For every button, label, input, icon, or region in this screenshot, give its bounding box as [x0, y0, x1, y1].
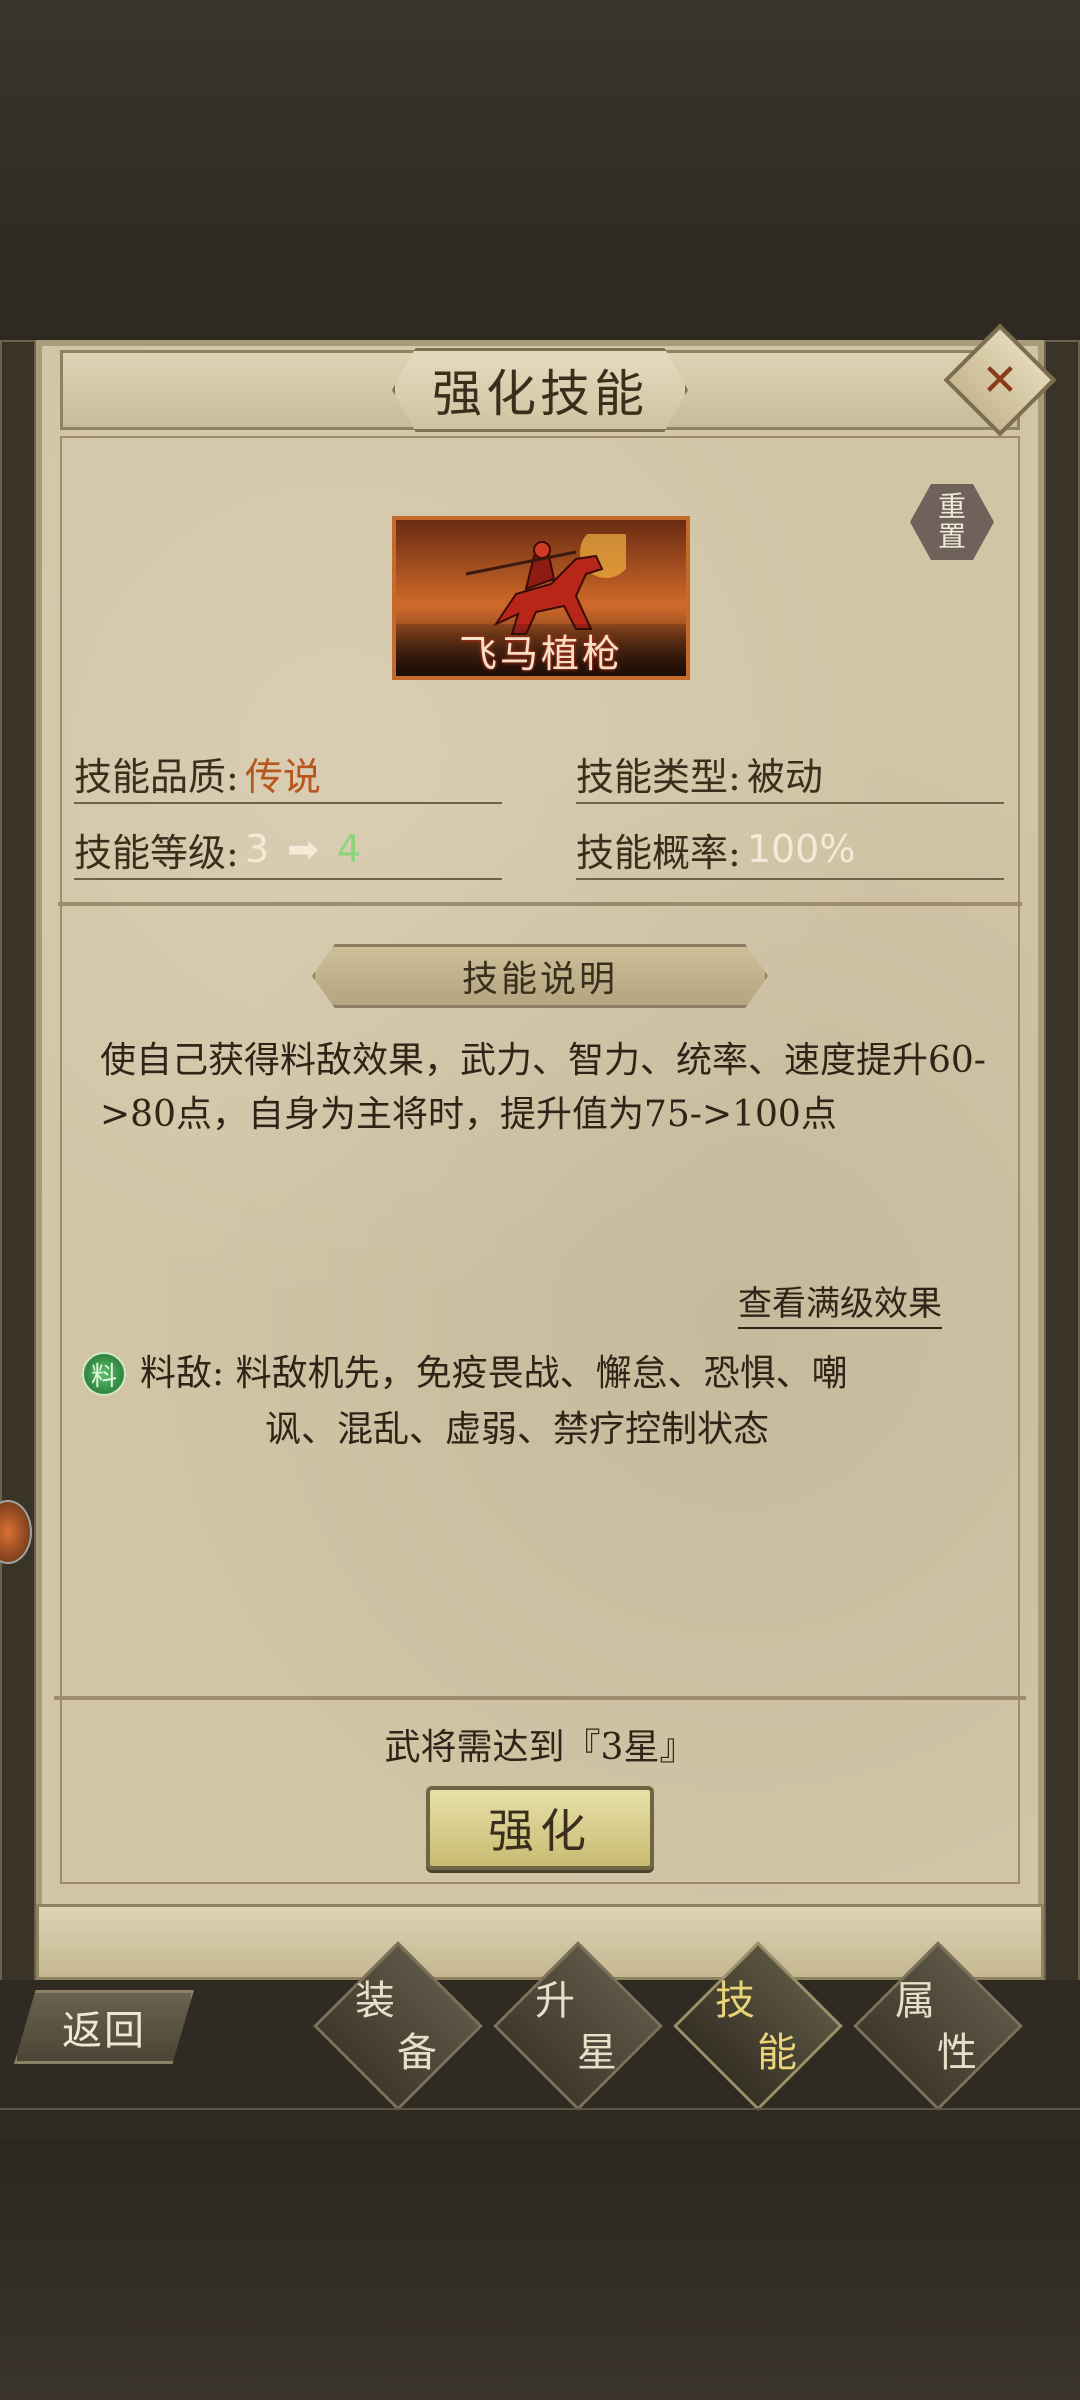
close-icon: ✕: [981, 354, 1019, 406]
max-level-effect-link[interactable]: 查看满级效果: [738, 1276, 942, 1329]
skill-icon: 飞马植枪: [392, 516, 690, 680]
skill-description: 使自己获得料敌效果，武力、智力、统率、速度提升60->80点，自身为主将时，提升…: [100, 1040, 986, 1135]
top-background: [0, 0, 1080, 260]
level-row: 技能等级: 3 ➡ 4: [74, 820, 502, 880]
reset-label-2: 置: [937, 520, 966, 553]
chance-value: 100%: [746, 827, 856, 871]
tab-star-up-label: 升 星: [535, 1978, 617, 2076]
level-label: 技能等级:: [74, 830, 239, 875]
section-divider: [58, 902, 1022, 906]
effect-text-line2: 讽、混乱、虚弱、禁疗控制状态: [265, 1409, 770, 1450]
type-value: 被动: [746, 754, 823, 799]
dialog-title: 强化技能: [432, 365, 648, 423]
chance-row: 技能概率: 100%: [576, 820, 1004, 880]
type-label: 技能类型:: [576, 754, 741, 799]
title-plate: 强化技能: [392, 348, 688, 432]
tab-equipment-label: 装 备: [355, 1978, 437, 2076]
back-button[interactable]: 返回: [14, 1990, 194, 2064]
effect-badge: 料: [82, 1352, 126, 1396]
reset-label-1: 重: [937, 490, 966, 523]
tab-attributes-label: 属 性: [895, 1978, 977, 2076]
bottom-band: [54, 1696, 1026, 1700]
description-section-title: 技能说明: [312, 944, 768, 1008]
effect-description: 料敌: 料敌机先，免疫畏战、懈怠、恐惧、嘲 讽、混乱、虚弱、禁疗控制状态: [140, 1346, 1000, 1458]
quality-label: 技能品质:: [74, 754, 239, 799]
quality-value: 传说: [244, 754, 321, 799]
quality-row: 技能品质: 传说: [74, 744, 502, 804]
tab-skill-label: 技 能: [715, 1978, 797, 2076]
effect-label: 料敌:: [140, 1353, 225, 1394]
skill-name: 飞马植枪: [396, 624, 686, 676]
requirement-text: 武将需达到『3星』: [384, 1727, 696, 1768]
level-from: 3: [244, 827, 269, 871]
strengthen-button[interactable]: 强化: [426, 1786, 654, 1870]
arrow-right-icon: ➡: [287, 827, 319, 871]
type-row: 技能类型: 被动: [576, 744, 1004, 804]
level-to: 4: [336, 827, 362, 871]
effect-text-line1: 料敌机先，免疫畏战、懈怠、恐惧、嘲: [235, 1353, 848, 1394]
bottom-background: [0, 2140, 1080, 2400]
chance-label: 技能概率:: [576, 830, 741, 875]
nav-bottom-line: [0, 2108, 1080, 2110]
